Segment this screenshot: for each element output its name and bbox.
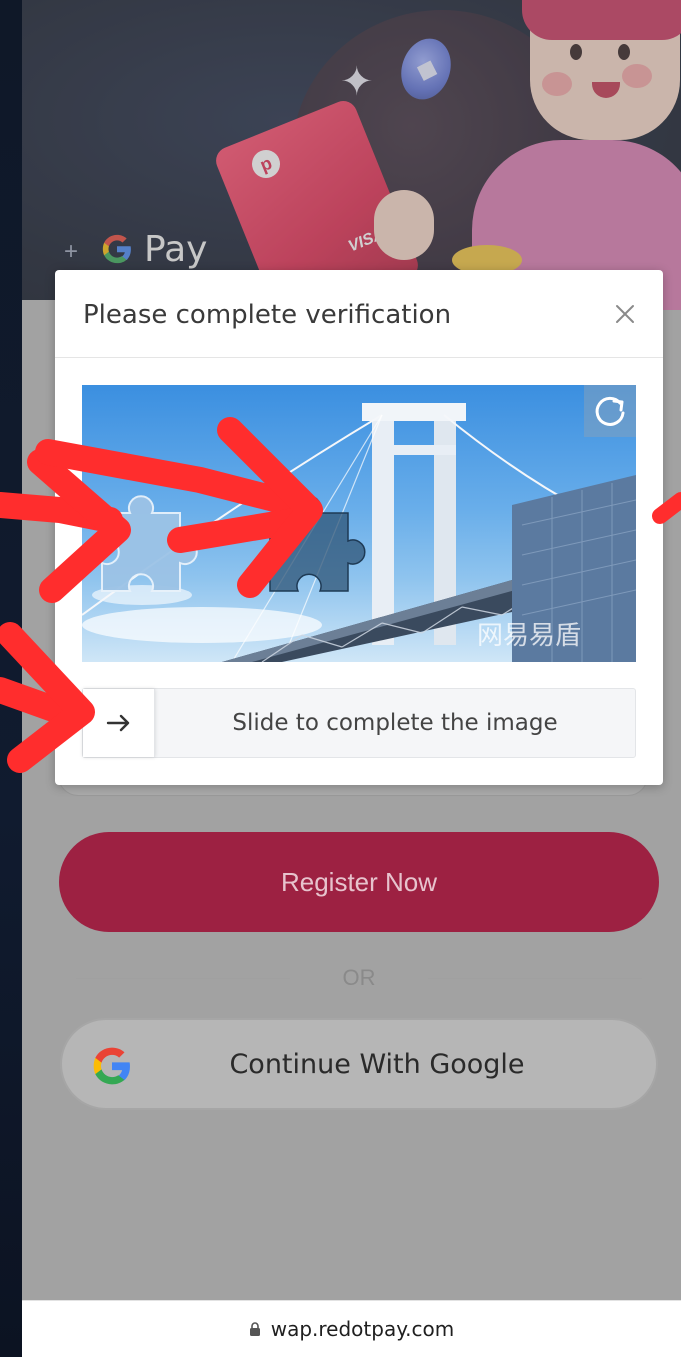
- browser-url-bar[interactable]: wap.redotpay.com: [22, 1300, 681, 1357]
- url-text: wap.redotpay.com: [270, 1317, 455, 1341]
- register-now-button[interactable]: Register Now: [59, 832, 659, 932]
- divider-line: [428, 977, 642, 979]
- slider-track[interactable]: Slide to complete the image: [82, 688, 636, 758]
- or-divider: OR: [76, 958, 642, 998]
- divider-line: [76, 977, 290, 979]
- captcha-image: 网易易盾: [82, 385, 636, 662]
- google-g-icon: [93, 1047, 130, 1085]
- refresh-button[interactable]: [584, 385, 636, 437]
- google-button-label: Continue With Google: [229, 1048, 525, 1080]
- captcha-watermark: 网易易盾: [477, 620, 582, 650]
- slider-label: Slide to complete the image: [232, 710, 558, 736]
- or-text: OR: [342, 965, 376, 990]
- continue-with-google-button[interactable]: Continue With Google: [60, 1018, 658, 1110]
- refresh-icon: [595, 396, 625, 426]
- arrow-right-icon: [106, 714, 129, 732]
- lock-icon: [249, 1322, 260, 1336]
- left-edge: [0, 0, 22, 1357]
- modal-title: Please complete verification: [83, 300, 452, 330]
- close-icon[interactable]: [611, 300, 639, 328]
- verification-modal: Please complete verification 网易易盾 Slide …: [55, 270, 663, 785]
- slider-handle[interactable]: [83, 689, 155, 757]
- phone-screen: ✦ ◆ p VISA + Pay Register Now OR Continu…: [22, 0, 681, 1357]
- puzzle-piece[interactable]: [101, 495, 198, 592]
- puzzle-slot: [269, 495, 366, 592]
- modal-header: Please complete verification: [55, 270, 663, 358]
